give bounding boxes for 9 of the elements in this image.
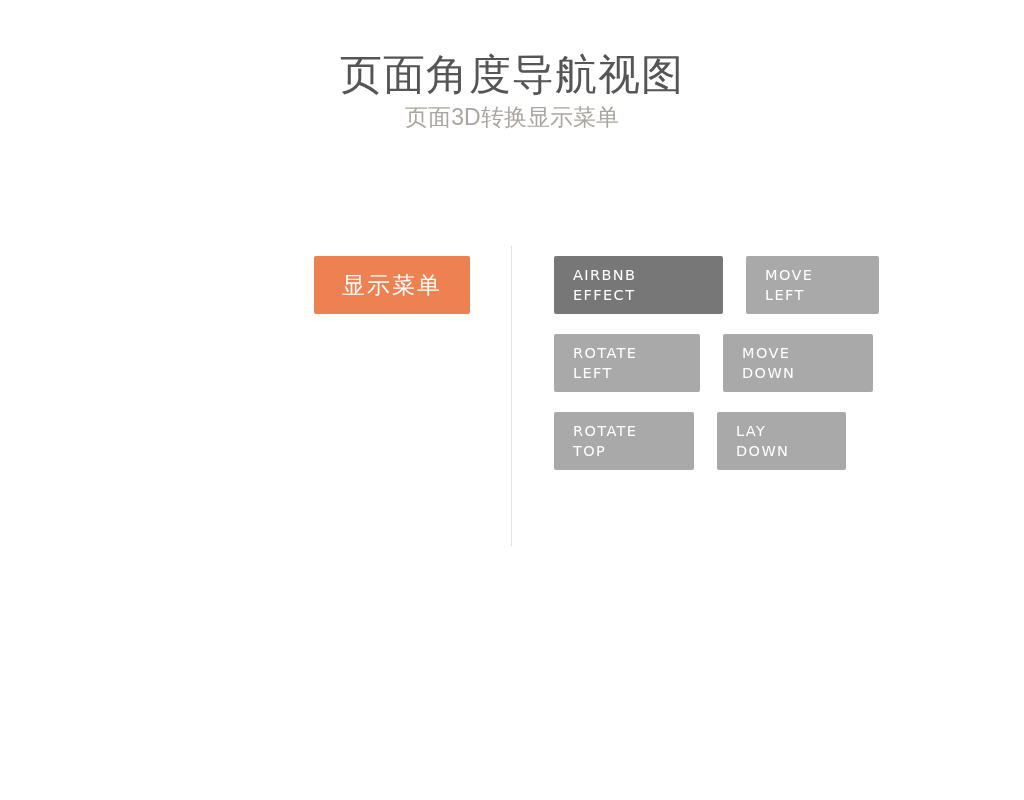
page-title: 页面角度导航视图: [339, 49, 685, 101]
effect-button[interactable]: LAY DOWN: [717, 412, 846, 470]
effect-button[interactable]: MOVE DOWN: [723, 334, 873, 392]
effect-button[interactable]: MOVE LEFT: [746, 256, 879, 314]
page-subtitle: 页面3D转换显示菜单: [404, 103, 620, 132]
show-menu-button[interactable]: 显示菜单: [314, 256, 470, 314]
effect-button[interactable]: AIRBNB EFFECT: [554, 256, 723, 314]
effect-button[interactable]: ROTATE LEFT: [554, 334, 700, 392]
effect-button[interactable]: ROTATE TOP: [554, 412, 694, 470]
